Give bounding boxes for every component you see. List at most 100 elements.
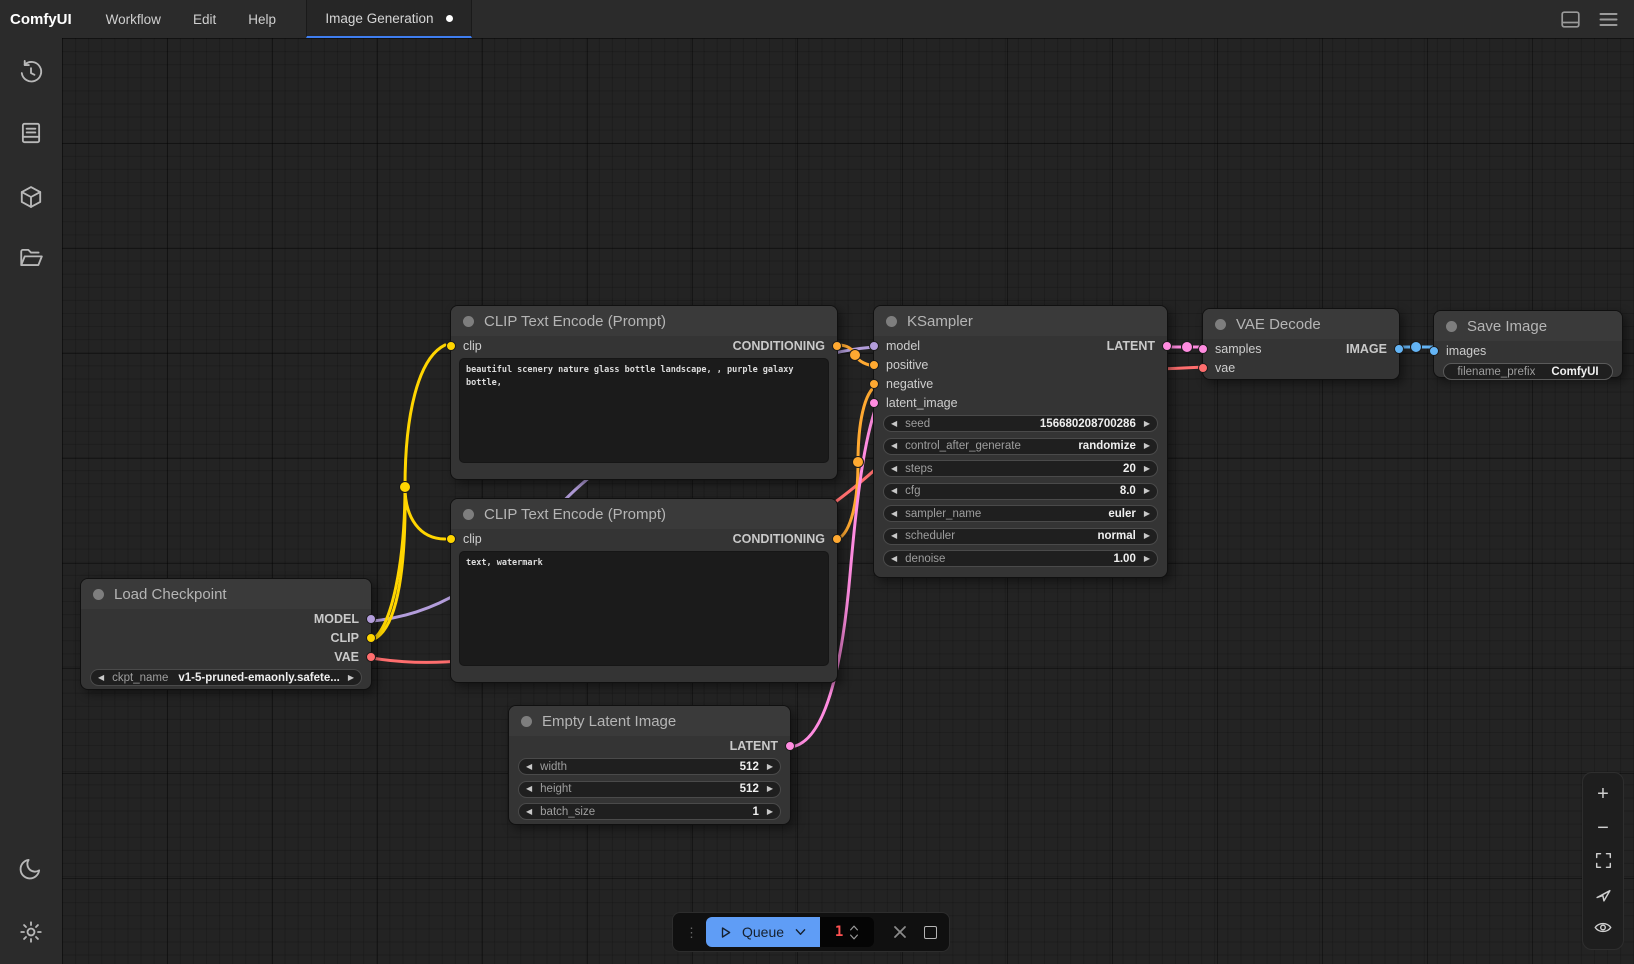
workflow-history-button[interactable]: [11, 52, 51, 92]
chevron-down-icon[interactable]: [793, 926, 808, 938]
widget-filename-prefix[interactable]: filename_prefix ComfyUI: [1443, 363, 1613, 380]
widget-batch-size[interactable]: ◀ batch_size 1 ▶: [518, 803, 781, 820]
decrement-icon[interactable]: ◀: [526, 785, 532, 793]
increment-icon[interactable]: ▶: [1144, 465, 1150, 473]
select-mode-button[interactable]: [1591, 882, 1615, 906]
decrement-icon[interactable]: ◀: [891, 465, 897, 473]
widget-width[interactable]: ◀ width 512 ▶: [518, 758, 781, 775]
input-port-positive[interactable]: [869, 360, 879, 370]
next-value-icon[interactable]: ▶: [1144, 442, 1150, 450]
prev-value-icon[interactable]: ◀: [98, 674, 104, 682]
menu-edit[interactable]: Edit: [177, 0, 232, 38]
node-header[interactable]: Load Checkpoint: [81, 579, 371, 609]
node-header[interactable]: Save Image: [1434, 311, 1622, 341]
increment-icon[interactable]: ▶: [767, 808, 773, 816]
clear-queue-button[interactable]: [890, 922, 910, 942]
prev-value-icon[interactable]: ◀: [891, 532, 897, 540]
output-port-latent[interactable]: [1162, 341, 1172, 351]
widget-sampler-name[interactable]: ◀ sampler_name euler ▶: [883, 505, 1158, 522]
batch-count-input[interactable]: 1: [820, 917, 874, 947]
batch-count-stepper[interactable]: [849, 925, 859, 940]
prev-value-icon[interactable]: ◀: [891, 510, 897, 518]
zoom-out-button[interactable]: −: [1591, 816, 1615, 840]
widget-seed[interactable]: ◀ seed 156680208700286 ▶: [883, 415, 1158, 432]
settings-button[interactable]: [11, 912, 51, 952]
widget-scheduler[interactable]: ◀ scheduler normal ▶: [883, 528, 1158, 545]
increment-icon[interactable]: ▶: [767, 763, 773, 771]
node-header[interactable]: CLIP Text Encode (Prompt): [451, 306, 837, 336]
node-library-button[interactable]: [11, 113, 51, 153]
comfyui-app: Load Checkpoint MODEL CLIP VAE ◀ ckpt_na…: [0, 0, 1634, 964]
input-port-clip[interactable]: [446, 534, 456, 544]
slot-row: clip CONDITIONING: [451, 336, 837, 355]
hamburger-menu-icon[interactable]: [1596, 7, 1620, 31]
output-port-conditioning[interactable]: [832, 341, 842, 351]
decrement-icon[interactable]: ◀: [891, 487, 897, 495]
node-clip-text-encode-negative[interactable]: CLIP Text Encode (Prompt) clip CONDITION…: [450, 498, 838, 683]
decrement-icon[interactable]: ◀: [526, 808, 532, 816]
input-port-samples[interactable]: [1198, 344, 1208, 354]
increment-icon[interactable]: ▶: [767, 785, 773, 793]
play-icon: [718, 925, 733, 940]
next-value-icon[interactable]: ▶: [1144, 510, 1150, 518]
output-port-vae[interactable]: [366, 652, 376, 662]
drag-handle[interactable]: ⋮: [685, 926, 698, 939]
node-header[interactable]: Empty Latent Image: [509, 706, 790, 736]
output-port-image[interactable]: [1394, 344, 1404, 354]
input-port-latent-image[interactable]: [869, 398, 879, 408]
increment-icon[interactable]: ▶: [1144, 487, 1150, 495]
node-empty-latent-image[interactable]: Empty Latent Image LATENT ◀ width 512 ▶ …: [508, 705, 791, 825]
increment-icon[interactable]: ▶: [1144, 555, 1150, 563]
input-port-clip[interactable]: [446, 341, 456, 351]
zoom-in-button[interactable]: +: [1591, 782, 1615, 806]
model-library-button[interactable]: [11, 177, 51, 217]
prompt-textarea[interactable]: beautiful scenery nature glass bottle la…: [459, 358, 829, 463]
input-label: images: [1446, 344, 1486, 358]
node-clip-text-encode-positive[interactable]: CLIP Text Encode (Prompt) clip CONDITION…: [450, 305, 838, 480]
node-save-image[interactable]: Save Image images filename_prefix ComfyU…: [1433, 310, 1623, 378]
input-port-negative[interactable]: [869, 379, 879, 389]
input-port-vae[interactable]: [1198, 363, 1208, 373]
widget-label: width: [540, 761, 732, 773]
input-port-images[interactable]: [1429, 346, 1439, 356]
decrement-icon[interactable]: ◀: [891, 555, 897, 563]
stop-button[interactable]: [924, 926, 937, 939]
widget-control-after-generate[interactable]: ◀ control_after_generate randomize ▶: [883, 438, 1158, 455]
output-port-conditioning[interactable]: [832, 534, 842, 544]
input-port-model[interactable]: [869, 341, 879, 351]
prev-value-icon[interactable]: ◀: [891, 442, 897, 450]
widget-ckpt-name[interactable]: ◀ ckpt_name v1-5-pruned-emaonly.safete..…: [90, 669, 362, 686]
increment-icon[interactable]: ▶: [1144, 420, 1150, 428]
output-port-clip[interactable]: [366, 633, 376, 643]
node-header[interactable]: VAE Decode: [1203, 309, 1399, 339]
next-value-icon[interactable]: ▶: [348, 674, 354, 682]
bottom-panel-toggle-icon[interactable]: [1558, 7, 1582, 31]
decrement-icon[interactable]: ◀: [526, 763, 532, 771]
workflow-tab[interactable]: Image Generation: [306, 0, 472, 38]
fit-view-button[interactable]: [1591, 849, 1615, 873]
menu-help[interactable]: Help: [232, 0, 292, 38]
widget-cfg[interactable]: ◀ cfg 8.0 ▶: [883, 483, 1158, 500]
node-graph-canvas[interactable]: [62, 38, 1634, 964]
widget-height[interactable]: ◀ height 512 ▶: [518, 781, 781, 798]
slot-row: clip CONDITIONING: [451, 529, 837, 548]
node-header[interactable]: CLIP Text Encode (Prompt): [451, 499, 837, 529]
node-vae-decode[interactable]: VAE Decode samples IMAGE vae: [1202, 308, 1400, 380]
next-value-icon[interactable]: ▶: [1144, 532, 1150, 540]
widget-steps[interactable]: ◀ steps 20 ▶: [883, 460, 1158, 477]
widget-denoise[interactable]: ◀ denoise 1.00 ▶: [883, 550, 1158, 567]
queue-button[interactable]: Queue: [706, 917, 820, 947]
unsaved-changes-dot[interactable]: [446, 15, 453, 22]
prompt-textarea[interactable]: text, watermark: [459, 551, 829, 666]
decrement-icon[interactable]: ◀: [891, 420, 897, 428]
widget-label: seed: [905, 418, 1032, 430]
toggle-visibility-button[interactable]: [1591, 916, 1615, 940]
output-port-latent[interactable]: [785, 741, 795, 751]
node-header[interactable]: KSampler: [874, 306, 1167, 336]
workflows-folder-button[interactable]: [11, 238, 51, 278]
node-ksampler[interactable]: KSampler model LATENT positive negative …: [873, 305, 1168, 578]
output-port-model[interactable]: [366, 614, 376, 624]
theme-toggle-button[interactable]: [11, 848, 51, 888]
node-load-checkpoint[interactable]: Load Checkpoint MODEL CLIP VAE ◀ ckpt_na…: [80, 578, 372, 690]
menu-workflow[interactable]: Workflow: [90, 0, 177, 38]
